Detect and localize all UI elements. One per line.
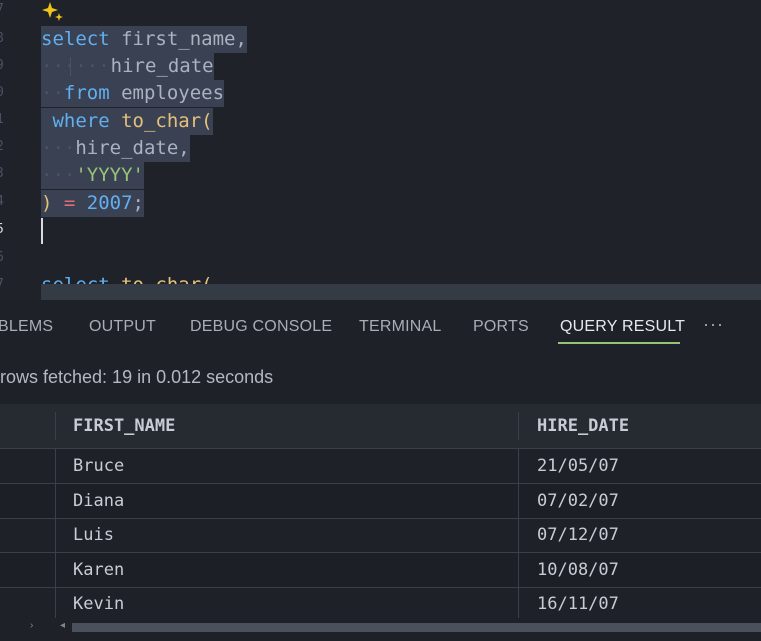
cell-divider <box>518 518 519 552</box>
result-grid: FIRST_NAME HIRE_DATE Bruce 21/05/07 Dian… <box>0 404 761 641</box>
column-divider[interactable] <box>518 412 519 440</box>
line-number: 6 <box>0 250 4 265</box>
sparkle-icon[interactable] <box>42 0 64 22</box>
tab-terminal[interactable]: TERMINAL <box>359 318 442 336</box>
scroll-right-icon[interactable]: › <box>30 620 33 631</box>
cell-hire-date: 07/12/07 <box>537 525 619 545</box>
code-line: ··from employees <box>41 80 225 107</box>
code-line: ···'YYYY' <box>41 162 144 189</box>
table-row[interactable]: Diana 07/02/07 <box>0 484 761 519</box>
table-row[interactable]: Luis 07/12/07 <box>0 518 761 553</box>
cell-divider <box>55 587 56 621</box>
line-number: 9 <box>0 58 4 73</box>
cell-first-name: Kevin <box>73 594 125 614</box>
tab-debug-console[interactable]: DEBUG CONSOLE <box>190 318 332 336</box>
line-number-gutter: 7 8 9 0 1 2 3 4 5 6 7 <box>0 0 8 300</box>
code-line: ) = 2007; <box>41 190 144 217</box>
indent-guide <box>69 57 71 76</box>
cell-first-name: Karen <box>73 560 125 580</box>
tab-output[interactable]: OUTPUT <box>89 318 156 336</box>
line-number: 7 <box>0 2 4 17</box>
column-header-hire-date[interactable]: HIRE_DATE <box>537 404 629 448</box>
cell-first-name: Bruce <box>73 456 125 476</box>
code-line: ······hire_date <box>41 53 214 80</box>
tab-ports[interactable]: PORTS <box>473 318 529 336</box>
text-cursor <box>41 218 43 244</box>
line-number: 8 <box>0 31 4 46</box>
line-number: 3 <box>0 166 4 181</box>
line-number: 1 <box>0 112 4 127</box>
active-tab-indicator <box>558 342 680 344</box>
panel-tabs: BLEMS OUTPUT DEBUG CONSOLE TERMINAL PORT… <box>0 300 761 350</box>
grid-header: FIRST_NAME HIRE_DATE <box>0 404 761 449</box>
cell-divider <box>55 484 56 518</box>
table-row[interactable]: Kevin 16/11/07 <box>0 587 761 622</box>
tab-problems[interactable]: BLEMS <box>0 318 53 336</box>
query-status: rows fetched: 19 in 0.012 seconds <box>0 367 274 387</box>
line-number: 4 <box>0 194 4 209</box>
cell-hire-date: 16/11/07 <box>537 594 619 614</box>
code-line: select first_name, <box>41 26 247 53</box>
code-line: where to_char( <box>41 108 213 135</box>
column-divider[interactable] <box>55 412 56 440</box>
code-editor[interactable]: 7 8 9 0 1 2 3 4 5 6 7 select first_name,… <box>0 0 761 300</box>
cell-first-name: Luis <box>73 525 114 545</box>
line-number: 0 <box>0 85 4 100</box>
cell-first-name: Diana <box>73 491 125 511</box>
cell-divider <box>518 587 519 621</box>
cell-divider <box>55 518 56 552</box>
tab-query-result[interactable]: QUERY RESULT <box>560 318 685 336</box>
code-line: ···hire_date, <box>41 135 190 162</box>
scrollbar-thumb[interactable] <box>72 623 761 632</box>
line-number: 7 <box>0 277 4 292</box>
cell-hire-date: 07/02/07 <box>537 491 619 511</box>
cell-divider <box>518 484 519 518</box>
cell-divider <box>55 449 56 483</box>
column-header-first-name[interactable]: FIRST_NAME <box>73 404 175 448</box>
line-number: 2 <box>0 139 4 154</box>
table-row[interactable]: Karen 10/08/07 <box>0 553 761 588</box>
more-icon[interactable]: ··· <box>703 314 724 335</box>
bottom-panel: BLEMS OUTPUT DEBUG CONSOLE TERMINAL PORT… <box>0 300 761 641</box>
cell-divider <box>518 449 519 483</box>
scroll-left-icon[interactable]: ◂ <box>60 620 65 631</box>
cell-divider <box>55 553 56 587</box>
editor-horizontal-scrollbar[interactable] <box>41 284 761 300</box>
grid-horizontal-scrollbar[interactable]: › ◂ <box>0 618 761 641</box>
cell-hire-date: 10/08/07 <box>537 560 619 580</box>
cell-hire-date: 21/05/07 <box>537 456 619 476</box>
cell-divider <box>518 553 519 587</box>
table-row[interactable]: Bruce 21/05/07 <box>0 449 761 484</box>
line-number-active: 5 <box>0 222 4 237</box>
